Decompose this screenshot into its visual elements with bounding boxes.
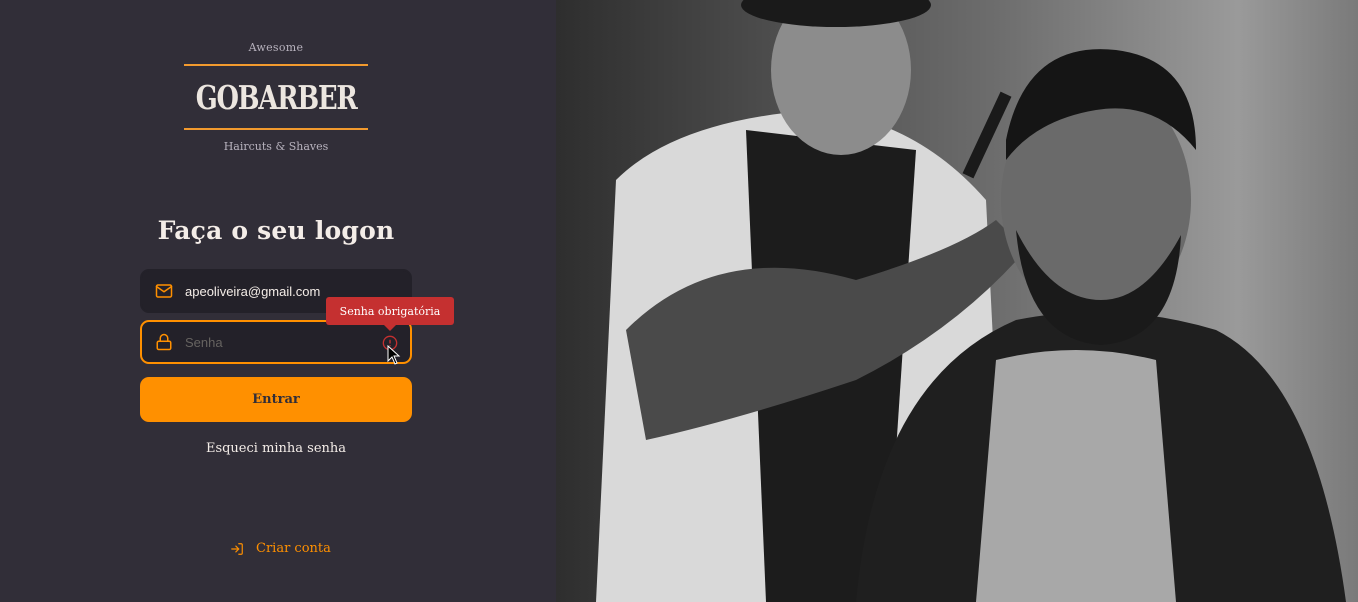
logo-bottom-text: Haircuts & Shaves — [223, 140, 329, 153]
login-button[interactable]: Entrar — [140, 377, 412, 422]
logo-top-text: Awesome — [248, 41, 304, 54]
logo-wordmark: GOBARBER — [195, 77, 358, 117]
logo-divider-bottom — [184, 128, 368, 130]
forgot-password-link[interactable]: Esqueci minha senha — [0, 441, 552, 456]
password-field[interactable]: Senha — [140, 320, 412, 364]
log-in-icon — [231, 542, 243, 555]
login-panel: Awesome GOBARBER Haircuts & Shaves Faça … — [0, 0, 556, 602]
password-input[interactable]: Senha — [185, 335, 365, 350]
error-tooltip: Senha obrigatória — [326, 297, 454, 331]
barber-background-image — [556, 0, 1358, 602]
barber-photo — [556, 0, 1358, 602]
gobarber-logo: Awesome GOBARBER Haircuts & Shaves — [184, 40, 368, 160]
logo-divider-top — [184, 64, 368, 66]
logo-brand: GOBARBER — [184, 76, 368, 118]
lock-icon — [156, 333, 172, 351]
create-account-link[interactable]: Criar conta — [230, 541, 331, 556]
page-title: Faça o seu logon — [157, 216, 395, 245]
create-account-label: Criar conta — [256, 541, 331, 556]
mouse-cursor-icon — [387, 345, 401, 365]
mail-icon — [155, 284, 173, 298]
